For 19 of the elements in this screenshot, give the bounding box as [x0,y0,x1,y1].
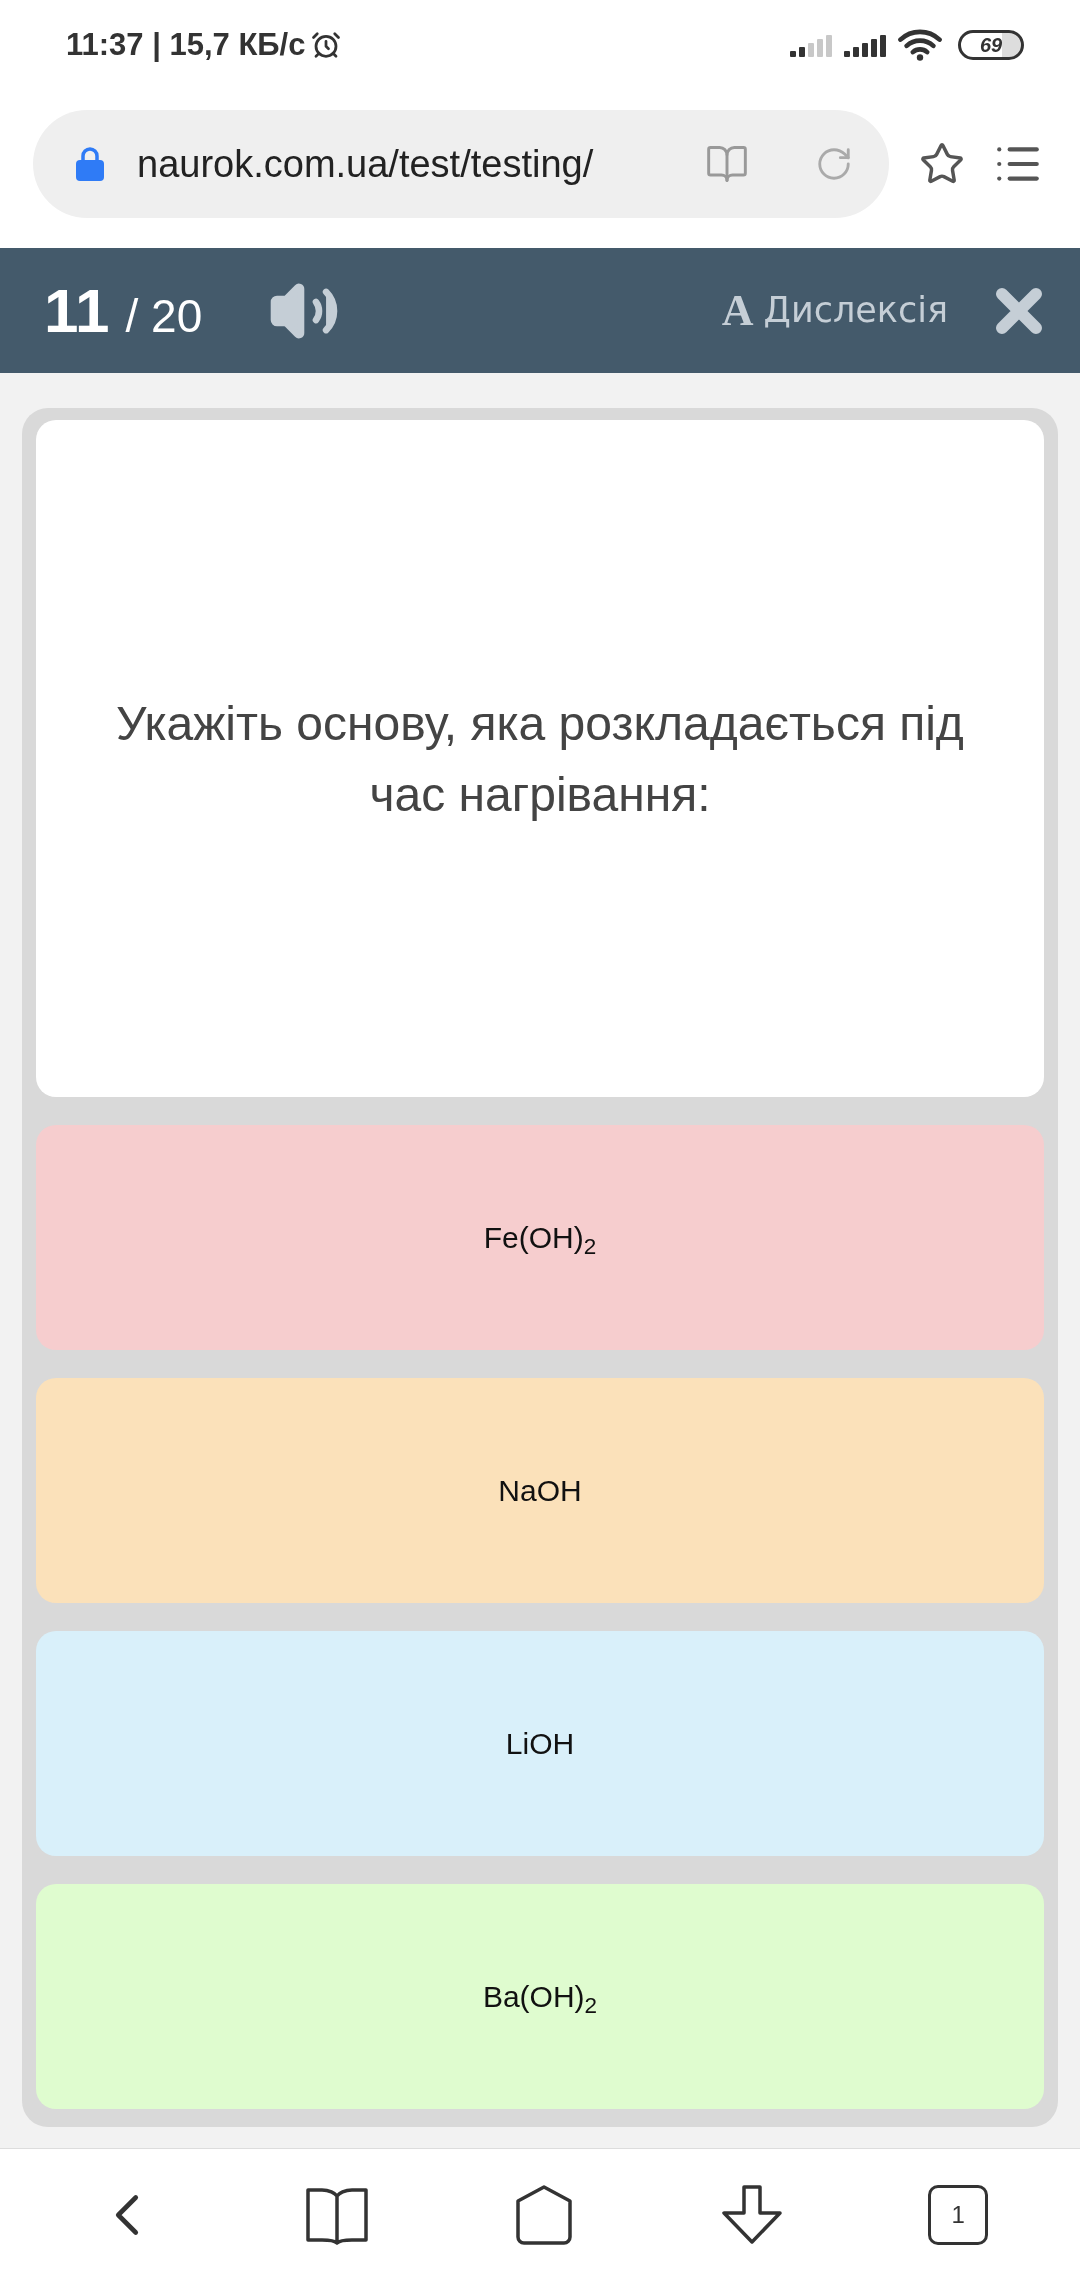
alarm-icon [311,30,342,60]
wifi-icon [898,29,942,61]
answer-option[interactable]: Ba(OH)$_{2}$ [36,1884,1044,2109]
question-number: 11 [44,279,110,342]
signal-icon [844,33,888,57]
home-icon[interactable] [513,2183,575,2246]
question-total: / 20 [125,292,203,339]
status-time: 11:37 | 15,7 КБ/с [66,25,306,64]
question-text: Укажіть основу, яка розкладається під час нагрівання: [115,695,965,823]
tabs-button[interactable]: 1 [928,2184,989,2245]
answer-option[interactable]: Fe(OH)$_{2}$ [36,1125,1044,1350]
url-text: naurok.com.ua/test/testing/ [137,141,594,187]
lock-icon [75,146,105,182]
close-icon[interactable] [994,285,1044,336]
answer-option[interactable]: NaOH [36,1378,1044,1603]
dyslexia-button[interactable]: A Дислексія [721,288,948,333]
answer-option[interactable]: LiOH [36,1631,1044,1856]
battery-indicator: 69 [958,30,1024,60]
signal-weak-icon [790,33,834,57]
